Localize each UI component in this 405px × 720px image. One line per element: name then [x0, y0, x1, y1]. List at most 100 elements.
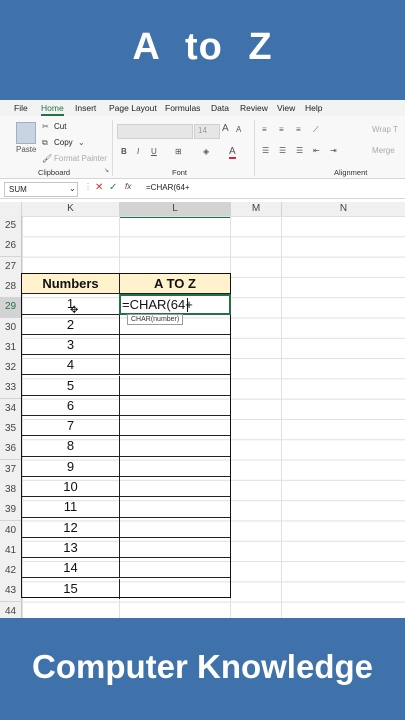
row-header[interactable]: 27: [0, 256, 22, 278]
format-painter-icon[interactable]: 🖌: [42, 154, 52, 163]
fx-icon[interactable]: fx: [125, 182, 131, 191]
cancel-icon[interactable]: ✕: [95, 182, 103, 193]
menu-file[interactable]: File: [14, 103, 28, 113]
chevron-down-icon[interactable]: ⌄: [78, 138, 85, 147]
row-header[interactable]: 26: [0, 236, 22, 258]
row-header[interactable]: 42: [0, 561, 22, 583]
dialog-launcher-icon[interactable]: ↘: [104, 167, 109, 174]
font-name-box[interactable]: [117, 124, 193, 139]
align-left-icon[interactable]: ☰: [262, 146, 269, 155]
select-all-corner[interactable]: [0, 202, 22, 217]
align-center-icon[interactable]: ☰: [279, 146, 286, 155]
copy-icon[interactable]: ⧉: [42, 138, 48, 148]
enter-icon[interactable]: ✓: [109, 182, 117, 193]
row-header[interactable]: 39: [0, 500, 22, 522]
row-header[interactable]: 37: [0, 459, 22, 481]
header-atoz[interactable]: A TO Z: [120, 274, 230, 295]
result-cell[interactable]: [120, 416, 230, 437]
merge-button[interactable]: Merge: [372, 146, 395, 155]
result-cell[interactable]: [120, 355, 230, 376]
fill-color-icon[interactable]: ◈: [203, 147, 209, 156]
paste-label[interactable]: Paste: [16, 145, 36, 154]
copy-button[interactable]: Copy: [54, 138, 73, 147]
orientation-icon[interactable]: ⟋: [313, 125, 319, 135]
underline-icon[interactable]: U: [151, 147, 157, 156]
decrease-font-icon[interactable]: A: [236, 125, 241, 134]
result-cell[interactable]: [120, 518, 230, 538]
number-cell[interactable]: 6: [22, 395, 120, 417]
row-header[interactable]: 30: [0, 317, 22, 339]
row-header[interactable]: 43: [0, 581, 22, 603]
menu-help[interactable]: Help: [305, 103, 322, 113]
row-header[interactable]: 29: [0, 297, 22, 319]
result-cell[interactable]: [120, 376, 230, 396]
indent-icon[interactable]: ⇤: [313, 146, 320, 155]
result-cell[interactable]: [120, 477, 230, 498]
result-cell[interactable]: [120, 558, 230, 579]
outdent-icon[interactable]: ⇥: [330, 146, 337, 155]
result-cell[interactable]: [120, 436, 230, 457]
row-header[interactable]: 25: [0, 216, 22, 237]
borders-icon[interactable]: ⊞: [175, 147, 182, 156]
cut-button[interactable]: Cut: [54, 122, 66, 131]
align-bottom-icon[interactable]: ≡: [296, 125, 301, 134]
number-cell[interactable]: 4: [22, 355, 120, 376]
result-cell[interactable]: [120, 457, 230, 477]
number-cell[interactable]: 11: [22, 497, 120, 518]
col-header-k[interactable]: K: [22, 202, 120, 217]
result-cell[interactable]: [120, 396, 230, 417]
align-middle-icon[interactable]: ≡: [279, 125, 284, 134]
row-header[interactable]: 32: [0, 358, 22, 380]
menu-insert[interactable]: Insert: [75, 103, 96, 113]
row-header[interactable]: 44: [0, 601, 22, 618]
number-cell[interactable]: 15: [22, 578, 120, 599]
wrap-text-button[interactable]: Wrap T: [372, 125, 398, 134]
result-cell[interactable]: [120, 497, 230, 518]
name-box[interactable]: SUM ⌄: [4, 182, 78, 197]
cut-icon[interactable]: ✂: [42, 122, 49, 131]
row-header[interactable]: 41: [0, 540, 22, 562]
number-cell[interactable]: 9: [22, 456, 120, 477]
formula-input[interactable]: =CHAR(64+: [146, 183, 190, 192]
number-cell[interactable]: 13: [22, 537, 120, 559]
col-header-n[interactable]: N: [282, 202, 405, 217]
col-header-m[interactable]: M: [231, 202, 282, 217]
menu-page-layout[interactable]: Page Layout: [109, 103, 157, 113]
number-cell[interactable]: 10: [22, 477, 120, 498]
menu-home[interactable]: Home: [41, 103, 64, 116]
row-header[interactable]: 36: [0, 439, 22, 461]
paste-icon[interactable]: [16, 122, 36, 144]
number-cell[interactable]: 5: [22, 375, 120, 396]
row-header[interactable]: 40: [0, 520, 22, 542]
row-header[interactable]: 34: [0, 398, 22, 420]
function-tooltip[interactable]: CHAR(number): [127, 314, 184, 325]
font-color-icon[interactable]: A: [229, 146, 236, 159]
bold-icon[interactable]: B: [121, 147, 127, 156]
result-cell[interactable]: [120, 579, 230, 599]
row-header[interactable]: 28: [0, 276, 22, 298]
number-cell[interactable]: 2: [22, 314, 120, 335]
number-cell[interactable]: 3: [22, 334, 120, 356]
number-cell[interactable]: 8: [22, 436, 120, 457]
align-top-icon[interactable]: ≡: [262, 125, 267, 134]
result-cell[interactable]: [120, 538, 230, 559]
row-header[interactable]: 31: [0, 337, 22, 359]
font-size-box[interactable]: 14: [194, 124, 220, 139]
row-header[interactable]: 35: [0, 419, 22, 440]
italic-icon[interactable]: I: [137, 147, 139, 156]
number-cell[interactable]: 12: [22, 517, 120, 538]
menu-view[interactable]: View: [277, 103, 295, 113]
number-cell[interactable]: 14: [22, 558, 120, 579]
result-cell[interactable]: [120, 335, 230, 356]
format-painter-button[interactable]: Format Painter: [54, 154, 107, 163]
menu-review[interactable]: Review: [240, 103, 268, 113]
row-header[interactable]: 38: [0, 479, 22, 501]
row-header[interactable]: 33: [0, 378, 22, 400]
active-cell[interactable]: =CHAR(64+: [119, 293, 231, 315]
increase-font-icon[interactable]: A: [222, 123, 229, 134]
menu-formulas[interactable]: Formulas: [165, 103, 200, 113]
number-cell[interactable]: 7: [22, 416, 120, 437]
header-numbers[interactable]: Numbers: [22, 274, 120, 295]
align-right-icon[interactable]: ☰: [296, 146, 303, 155]
menu-data[interactable]: Data: [211, 103, 229, 113]
